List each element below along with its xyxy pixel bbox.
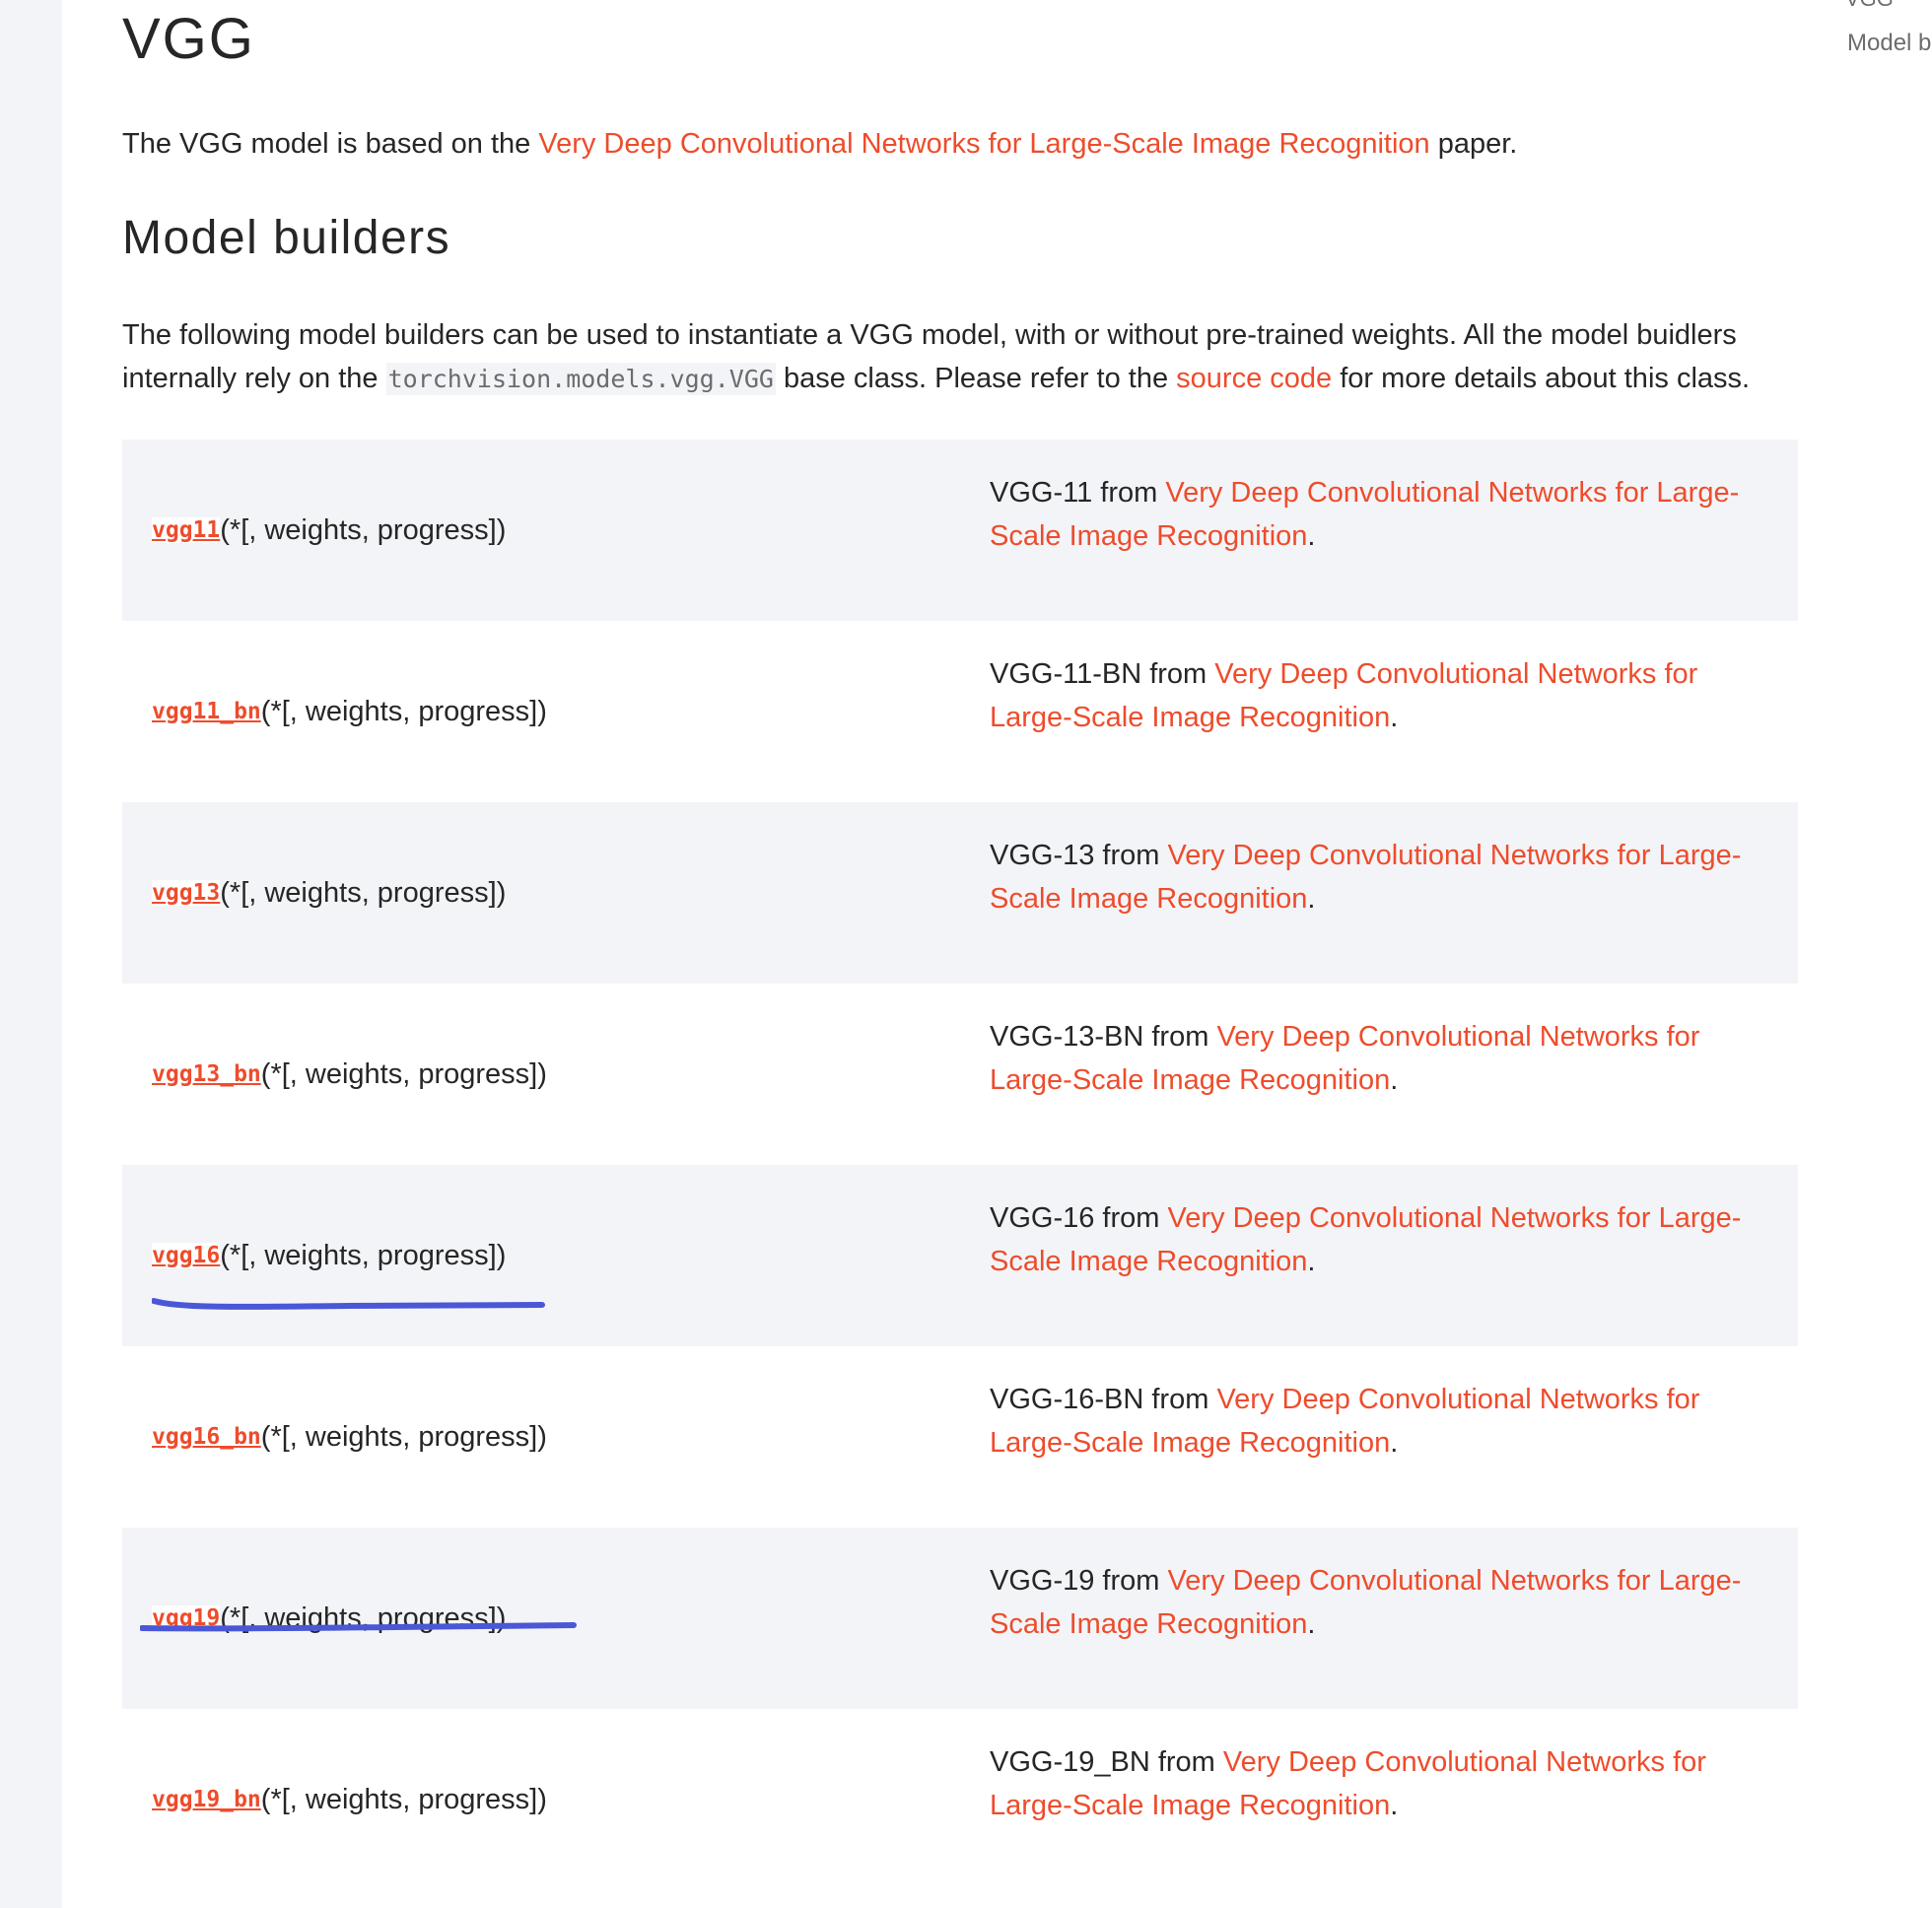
table-row: vgg13 (*[, weights, progress]) VGG-13 fro… (122, 802, 1798, 984)
vgg-class-code: torchvision.models.vgg.VGG (385, 363, 776, 395)
desc-suffix: . (1307, 520, 1316, 552)
description-cell: VGG-19_BN from Very Deep Convolutional N… (990, 1740, 1768, 1827)
section-title: Model builders (122, 212, 451, 264)
paper-link[interactable]: Very Deep Convolutional Networks for Lar… (538, 128, 1429, 160)
builder-signature: (*[, weights, progress]) (220, 1239, 507, 1271)
builder-link-vgg19-bn[interactable]: vgg19_bn (152, 1787, 261, 1812)
model-builders-table: vgg11 (*[, weights, progress]) VGG-11 fro… (122, 440, 1798, 1890)
description-cell: VGG-19 from Very Deep Convolutional Netw… (990, 1559, 1768, 1646)
desc-suffix: . (1307, 1608, 1316, 1640)
desc-prefix: VGG-11 from (990, 477, 1166, 509)
desc-suffix: . (1390, 702, 1399, 733)
desc-prefix: VGG-13-BN from (990, 1021, 1217, 1053)
builder-signature: (*[, weights, progress]) (260, 1783, 547, 1815)
builder-link-vgg16-bn[interactable]: vgg16_bn (152, 1424, 261, 1450)
desc-prefix: VGG-16 from (990, 1202, 1168, 1234)
builder-signature: (*[, weights, progress]) (220, 1601, 507, 1634)
builder-cell: vgg16_bn (*[, weights, progress]) (152, 1346, 547, 1528)
builder-link-vgg13[interactable]: vgg13 (152, 880, 221, 906)
description-cell: VGG-11-BN from Very Deep Convolutional N… (990, 652, 1768, 739)
builder-signature: (*[, weights, progress]) (260, 1057, 547, 1090)
right-toc: VGG Model b (1845, 0, 1932, 118)
builder-cell: vgg11 (*[, weights, progress]) (152, 440, 506, 621)
table-row: vgg19_bn (*[, weights, progress]) VGG-19_… (122, 1709, 1798, 1890)
description-cell: VGG-13-BN from Very Deep Convolutional N… (990, 1015, 1768, 1102)
left-sidebar-rail (0, 0, 62, 1908)
desc-part-2: base class. Please refer to the (775, 363, 1177, 394)
builder-link-vgg16[interactable]: vgg16 (152, 1243, 221, 1268)
desc-prefix: VGG-19_BN from (990, 1746, 1223, 1778)
desc-suffix: . (1390, 1064, 1399, 1096)
builder-cell: vgg16 (*[, weights, progress]) (152, 1165, 506, 1346)
builder-signature: (*[, weights, progress]) (260, 695, 547, 727)
desc-prefix: VGG-19 from (990, 1565, 1168, 1597)
table-row: vgg11 (*[, weights, progress]) VGG-11 fro… (122, 440, 1798, 621)
builder-cell: vgg13_bn (*[, weights, progress]) (152, 984, 547, 1165)
table-row: vgg16 (*[, weights, progress]) VGG-16 fro… (122, 1165, 1798, 1346)
builder-cell: vgg19_bn (*[, weights, progress]) (152, 1709, 547, 1890)
intro-prefix: The VGG model is based on the (122, 128, 539, 160)
table-row: vgg13_bn (*[, weights, progress]) VGG-13-… (122, 984, 1798, 1165)
intro-paragraph: The VGG model is based on the Very Deep … (122, 122, 1517, 166)
builder-signature: (*[, weights, progress]) (220, 513, 507, 546)
builder-link-vgg13-bn[interactable]: vgg13_bn (152, 1061, 261, 1087)
desc-suffix: . (1390, 1790, 1399, 1821)
desc-suffix: . (1390, 1427, 1399, 1459)
builder-link-vgg19[interactable]: vgg19 (152, 1605, 221, 1631)
builder-link-vgg11[interactable]: vgg11 (152, 517, 221, 543)
desc-prefix: VGG-16-BN from (990, 1384, 1217, 1415)
builder-signature: (*[, weights, progress]) (260, 1420, 547, 1453)
desc-prefix: VGG-11-BN from (990, 658, 1215, 690)
builder-link-vgg11-bn[interactable]: vgg11_bn (152, 699, 261, 724)
builder-cell: vgg11_bn (*[, weights, progress]) (152, 621, 547, 802)
toc-item-vgg[interactable]: VGG (1845, 0, 1894, 12)
table-row: vgg16_bn (*[, weights, progress]) VGG-16-… (122, 1346, 1798, 1528)
description-cell: VGG-16-BN from Very Deep Convolutional N… (990, 1378, 1768, 1465)
desc-part-3: for more details about this class. (1332, 363, 1751, 394)
page-title: VGG (122, 7, 255, 71)
description-cell: VGG-11 from Very Deep Convolutional Netw… (990, 471, 1768, 558)
builder-cell: vgg13 (*[, weights, progress]) (152, 802, 506, 984)
table-row: vgg19 (*[, weights, progress]) VGG-19 fro… (122, 1528, 1798, 1709)
desc-prefix: VGG-13 from (990, 840, 1168, 871)
description-cell: VGG-13 from Very Deep Convolutional Netw… (990, 834, 1768, 920)
source-code-link[interactable]: source code (1176, 363, 1332, 394)
section-description: The following model builders can be used… (122, 313, 1798, 401)
intro-suffix: paper. (1429, 128, 1518, 160)
builder-cell: vgg19 (*[, weights, progress]) (152, 1528, 506, 1709)
builder-signature: (*[, weights, progress]) (220, 876, 507, 909)
desc-suffix: . (1307, 1246, 1316, 1277)
toc-item-model-builders[interactable]: Model b (1847, 30, 1931, 57)
desc-suffix: . (1307, 883, 1316, 915)
table-row: vgg11_bn (*[, weights, progress]) VGG-11-… (122, 621, 1798, 802)
description-cell: VGG-16 from Very Deep Convolutional Netw… (990, 1196, 1768, 1283)
